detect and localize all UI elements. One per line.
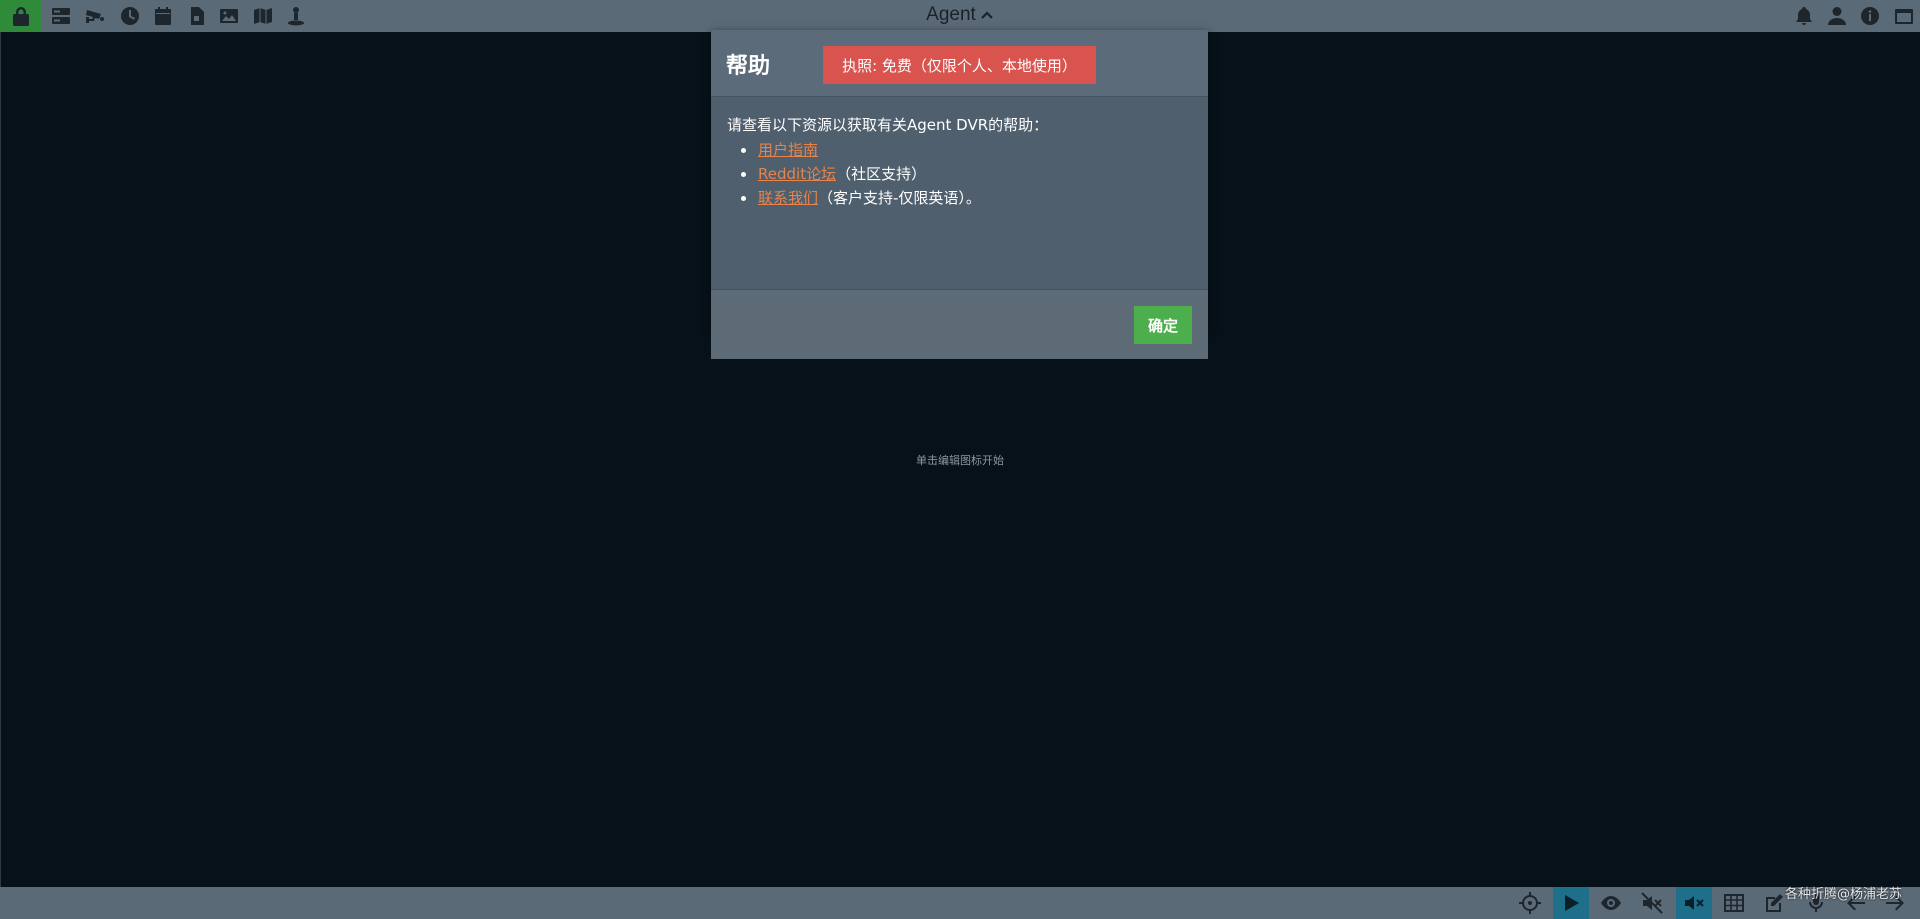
file-icon[interactable] [186, 6, 208, 26]
mute-icon[interactable] [1637, 892, 1667, 914]
dialog-body: 请查看以下资源以获取有关Agent DVR的帮助： 用户指南 Reddit论坛（… [711, 97, 1208, 288]
watermark: 各种折腾@杨浦老苏 [1784, 887, 1902, 902]
user-location-icon[interactable] [285, 6, 307, 26]
bell-icon[interactable] [1793, 6, 1815, 26]
server-icon[interactable] [50, 6, 72, 26]
mute-active-icon[interactable] [1676, 887, 1712, 919]
ok-button[interactable]: 确定 [1134, 306, 1192, 344]
image-icon[interactable] [218, 6, 240, 26]
bottom-toolbar [0, 887, 1920, 919]
clock-icon[interactable] [119, 6, 141, 26]
license-badge: 执照: 免费（仅限个人、本地使用） [823, 46, 1096, 84]
lock-button[interactable] [0, 0, 41, 32]
dialog-footer: 确定 [711, 289, 1208, 359]
bullet-icon [741, 148, 746, 153]
help-dialog: 帮助 执照: 免费（仅限个人、本地使用） 请查看以下资源以获取有关Agent D… [711, 30, 1208, 359]
crosshair-icon[interactable] [1515, 892, 1545, 914]
resource-list: 用户指南 Reddit论坛（社区支持） 联系我们（客户支持-仅限英语）。 [727, 138, 981, 210]
dialog-title: 帮助 [726, 54, 771, 79]
bullet-icon [741, 172, 746, 177]
user-guide-link[interactable]: 用户指南 [758, 141, 818, 159]
map-icon[interactable] [252, 6, 274, 26]
top-toolbar: Agent [0, 0, 1920, 32]
info-icon[interactable] [1859, 6, 1881, 26]
chevron-up-icon [981, 11, 993, 19]
play-icon[interactable] [1553, 887, 1589, 919]
bullet-icon [741, 196, 746, 201]
lock-icon [12, 7, 29, 26]
empty-state-hint: 单击编辑图标开始 [916, 454, 1004, 467]
camera-icon[interactable] [84, 6, 106, 26]
dialog-header: 帮助 执照: 免费（仅限个人、本地使用） [711, 30, 1208, 97]
list-item: 用户指南 [727, 138, 981, 162]
resource-note: （社区支持） [836, 165, 927, 183]
reddit-forum-link[interactable]: Reddit论坛 [758, 165, 836, 183]
eye-icon[interactable] [1596, 892, 1626, 914]
user-icon[interactable] [1826, 6, 1848, 26]
list-item: Reddit论坛（社区支持） [727, 162, 981, 186]
grid-icon[interactable] [1719, 892, 1749, 914]
calendar-icon[interactable] [152, 6, 174, 26]
dialog-intro: 请查看以下资源以获取有关Agent DVR的帮助： [727, 116, 1049, 134]
window-icon[interactable] [1893, 6, 1915, 26]
app-title-toggle[interactable]: Agent [900, 0, 1020, 30]
list-item: 联系我们（客户支持-仅限英语）。 [727, 186, 981, 210]
resource-note: （客户支持-仅限英语）。 [818, 189, 981, 207]
app-title: Agent [926, 4, 976, 25]
contact-us-link[interactable]: 联系我们 [758, 189, 818, 207]
